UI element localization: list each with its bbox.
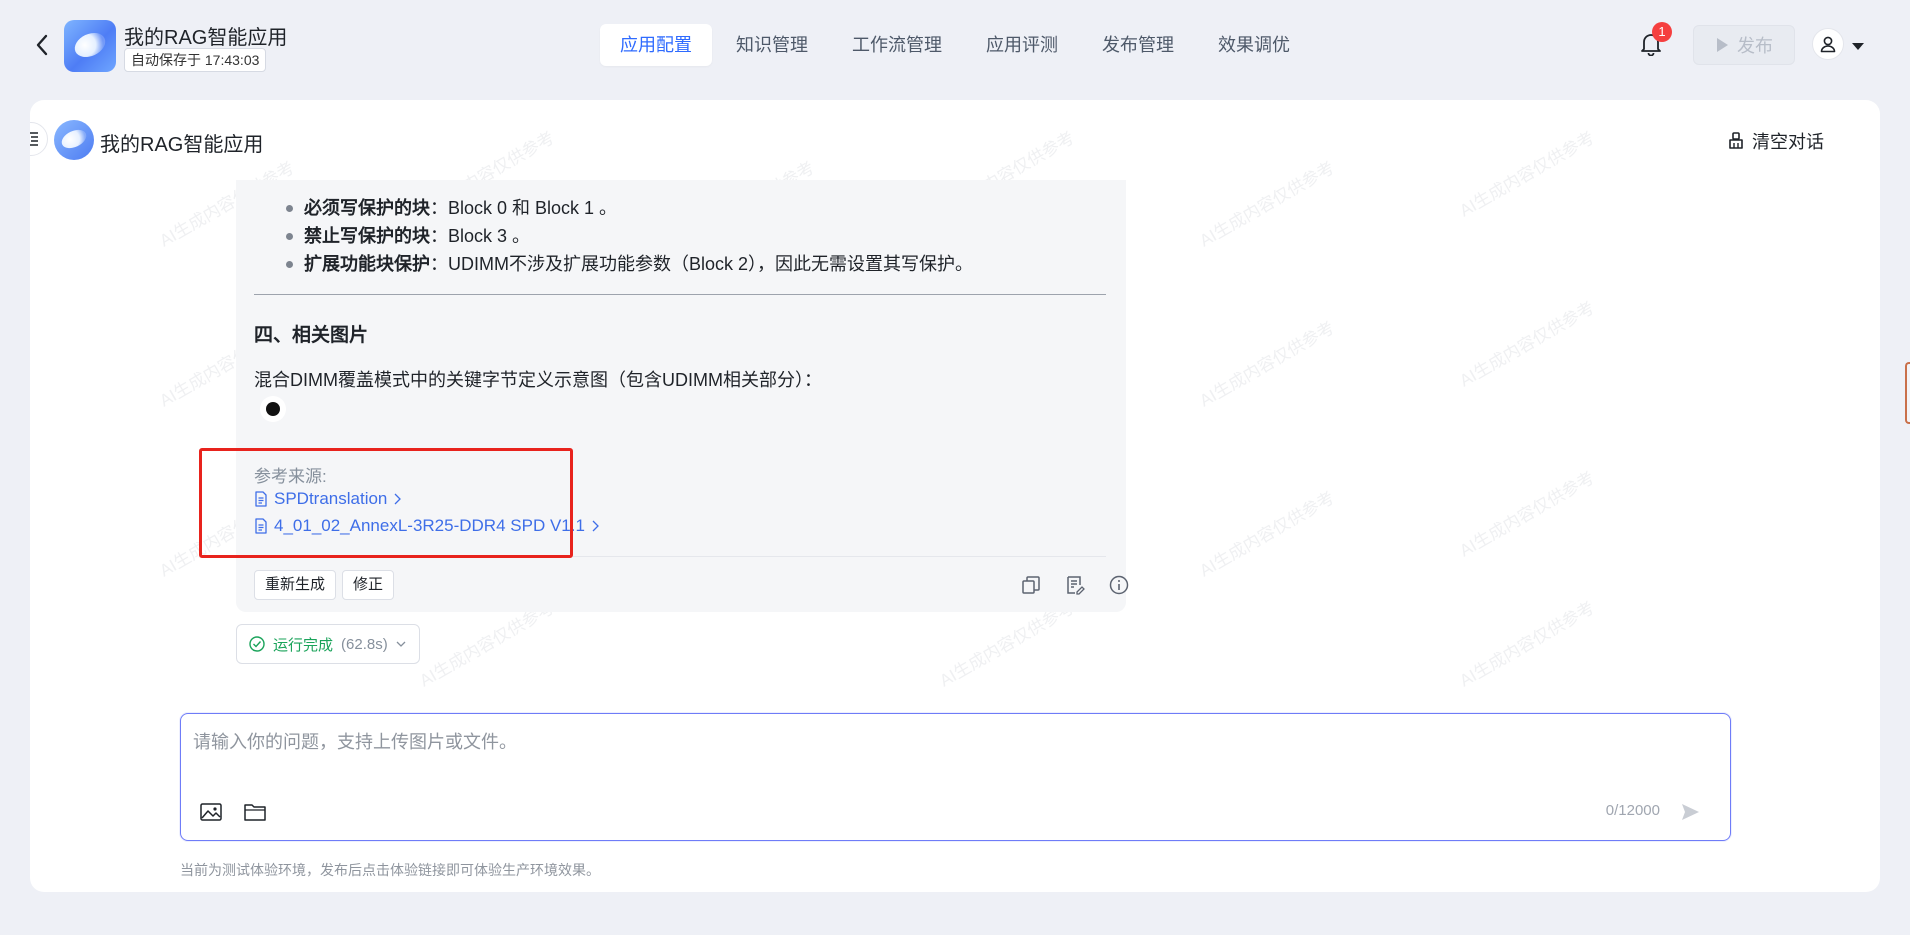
side-drawer-handle[interactable] — [1905, 362, 1910, 424]
watermark: AI生成内容仅供参考 — [1456, 467, 1598, 561]
user-icon[interactable] — [1812, 28, 1844, 60]
chat-input-box: 0/12000 — [180, 713, 1731, 841]
tab-knowledge[interactable]: 知识管理 — [716, 24, 828, 66]
autosave-status: 自动保存于 17:43:03 — [124, 48, 267, 72]
reference-title: SPDtranslation — [274, 489, 388, 508]
chat-panel: AI生成内容仅供参考 AI生成内容仅供参考 AI生成内容仅供参考 AI生成内容仅… — [30, 100, 1880, 892]
chat-avatar — [54, 120, 94, 160]
document-icon — [255, 491, 267, 507]
tab-publish-manage[interactable]: 发布管理 — [1082, 24, 1194, 66]
bullet-bold: 禁止写保护的块 — [304, 226, 430, 246]
chat-title: 我的RAG智能应用 — [100, 134, 264, 156]
run-status-label: 运行完成 — [273, 636, 334, 654]
run-duration: (62.8s) — [341, 635, 388, 653]
regenerate-button[interactable]: 重新生成 — [254, 570, 337, 600]
info-icon[interactable] — [1106, 572, 1132, 598]
publish-label: 发布 — [1737, 36, 1773, 56]
tab-tuning[interactable]: 效果调优 — [1198, 24, 1310, 66]
watermark: AI生成内容仅供参考 — [1456, 597, 1598, 691]
reference-title: 4_01_02_AnnexL-3R25-DDR4 SPD V1.1 — [274, 516, 585, 535]
section-title: 四、相关图片 — [254, 325, 369, 346]
chevron-right-icon — [394, 493, 402, 505]
note-icon[interactable] — [1062, 572, 1088, 598]
reference-link[interactable]: SPDtranslation — [254, 489, 402, 509]
clear-chat-label: 清空对话 — [1752, 132, 1824, 152]
reference-link[interactable]: 4_01_02_AnnexL-3R25-DDR4 SPD V1.1 — [254, 516, 599, 536]
tab-workflow[interactable]: 工作流管理 — [832, 24, 962, 66]
broom-icon — [1729, 132, 1743, 149]
notification-badge: 1 — [1652, 22, 1672, 42]
clear-chat-button[interactable]: 清空对话 — [1728, 128, 1824, 154]
chat-input[interactable] — [193, 728, 1693, 768]
divider — [254, 556, 1106, 557]
document-icon — [255, 518, 267, 534]
run-status-dropdown[interactable]: 运行完成 (62.8s) — [236, 624, 420, 664]
top-bar: 我的RAG智能应用 自动保存于 17:43:03 应用配置 知识管理 工作流管理… — [0, 0, 1910, 96]
app-name: 我的RAG智能应用 — [124, 27, 288, 49]
main-nav: 应用配置 知识管理 工作流管理 应用评测 发布管理 效果调优 — [600, 24, 1310, 66]
image-caption: 混合DIMM覆盖模式中的关键字节定义示意图（包含UDIMM相关部分）： — [254, 370, 822, 390]
tab-app-config[interactable]: 应用配置 — [600, 24, 712, 66]
bullet-bold: 必须写保护的块 — [304, 198, 430, 218]
send-icon[interactable] — [1676, 798, 1704, 826]
copy-icon[interactable] — [1018, 572, 1044, 598]
bullet-list: 必须写保护的块：Block 0 和 Block 1 。 禁止写保护的块：Bloc… — [284, 194, 973, 278]
bullet-text: ：Block 0 和 Block 1 。 — [430, 198, 618, 218]
list-item: 禁止写保护的块：Block 3 。 — [284, 222, 973, 250]
image-placeholder[interactable] — [266, 402, 280, 416]
divider — [254, 294, 1106, 295]
chevron-right-icon — [592, 520, 599, 532]
check-circle-icon — [249, 636, 265, 652]
back-icon[interactable] — [28, 30, 56, 60]
play-icon — [1717, 38, 1728, 52]
tab-evaluation[interactable]: 应用评测 — [966, 24, 1078, 66]
char-counter: 0/12000 — [1605, 802, 1660, 819]
image-upload-icon[interactable] — [197, 798, 225, 826]
folder-icon[interactable] — [241, 798, 269, 826]
footer-note: 当前为测试体验环境，发布后点击体验链接即可体验生产环境效果。 — [180, 862, 600, 878]
bullet-text: ：UDIMM不涉及扩展功能参数（Block 2），因此无需设置其写保护。 — [430, 254, 974, 274]
publish-button[interactable]: 发布 — [1693, 25, 1795, 65]
bullet-text: ：Block 3 。 — [430, 226, 531, 246]
list-item: 必须写保护的块：Block 0 和 Block 1 。 — [284, 194, 973, 222]
chat-header: 我的RAG智能应用 清空对话 — [30, 100, 1880, 180]
fix-button[interactable]: 修正 — [342, 570, 395, 600]
list-item: 扩展功能块保护：UDIMM不涉及扩展功能参数（Block 2），因此无需设置其写… — [284, 250, 973, 278]
app-logo — [64, 20, 116, 72]
assistant-message: 必须写保护的块：Block 0 和 Block 1 。 禁止写保护的块：Bloc… — [236, 180, 1129, 612]
references-label: 参考来源: — [254, 467, 327, 486]
caret-down-icon[interactable] — [1852, 38, 1864, 56]
watermark: AI生成内容仅供参考 — [1196, 487, 1338, 581]
bullet-bold: 扩展功能块保护 — [304, 254, 430, 274]
watermark: AI生成内容仅供参考 — [1456, 297, 1598, 391]
chevron-down-icon — [396, 641, 406, 647]
watermark: AI生成内容仅供参考 — [1196, 317, 1338, 411]
